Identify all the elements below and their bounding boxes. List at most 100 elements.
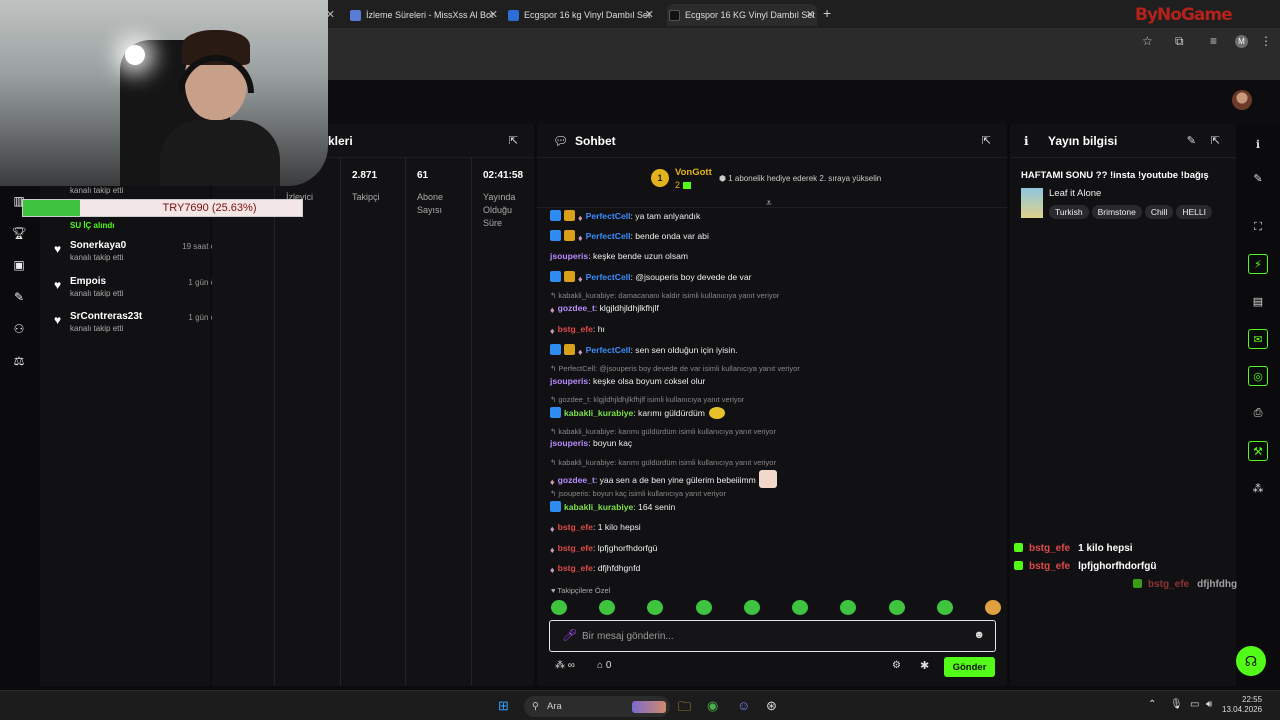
chat-text: : ya tam anlyandık — [630, 211, 701, 221]
stat-followers: 2.871 Takipçi — [352, 170, 414, 204]
tab-close-partial[interactable]: ✕ — [327, 4, 337, 26]
chat-username[interactable]: jsouperis — [550, 251, 588, 261]
tray-expand-icon[interactable]: ⌃ — [1148, 699, 1156, 710]
chat-username[interactable]: PerfectCell — [586, 272, 631, 282]
chat-username[interactable]: bstg_efe — [558, 563, 593, 573]
emote-icon[interactable] — [743, 600, 760, 615]
microphone-icon[interactable]: 🎤︎ — [562, 628, 577, 642]
info-icon[interactable]: ℹ — [1248, 134, 1268, 154]
broadcast-icon[interactable]: ◎ — [1248, 366, 1268, 386]
chat-message-input[interactable] — [582, 628, 962, 644]
game-cover-image[interactable] — [1021, 188, 1043, 218]
site-favicon-icon — [669, 9, 680, 21]
share-icon[interactable]: ⁂ — [1248, 478, 1268, 498]
video-icon[interactable]: ▣ — [11, 258, 27, 274]
game-name[interactable]: Leaf it Alone — [1049, 188, 1101, 199]
send-button[interactable]: Gönder — [944, 657, 995, 677]
wrench-icon[interactable]: ✎ — [11, 290, 27, 306]
emote-icon[interactable] — [936, 600, 953, 615]
media-icon[interactable]: ≡ — [1210, 34, 1217, 48]
taskbar-clock[interactable]: 22:55 13.04.2026 — [1222, 695, 1262, 715]
taskbar-search[interactable]: ⚲ Ara — [524, 696, 670, 717]
user-avatar[interactable] — [1232, 90, 1252, 110]
trophy-icon[interactable]: 🏆︎ — [11, 226, 27, 242]
overlay-user: bstg_efe — [1029, 543, 1071, 554]
discord-icon[interactable]: ☺ — [737, 698, 750, 713]
users-icon[interactable]: ⚇ — [11, 322, 27, 338]
chat-username[interactable]: PerfectCell — [586, 211, 631, 221]
close-icon[interactable]: ✕ — [327, 8, 335, 21]
stat-label: Abone Sayısı — [417, 192, 444, 215]
emote-icon[interactable] — [984, 600, 1001, 615]
store-button[interactable]: ⌂ 0 — [597, 660, 611, 671]
tag-chip[interactable]: Brimstone — [1091, 205, 1142, 219]
menu-icon[interactable]: ⋮ — [1260, 34, 1272, 48]
chat-username[interactable]: PerfectCell — [586, 345, 631, 355]
chat-username[interactable]: PerfectCell — [586, 231, 631, 241]
browser-tab-1[interactable]: İzleme Süreleri - MissXss Al Bot ✕ — [350, 4, 500, 26]
popout-icon[interactable]: ⇱ — [982, 134, 991, 147]
support-button[interactable]: ☊ — [1236, 646, 1266, 676]
chat-username[interactable]: jsouperis — [550, 376, 588, 386]
star-icon[interactable]: ☆ — [1142, 34, 1153, 48]
chat-username[interactable]: bstg_efe — [558, 324, 593, 334]
tag-chip[interactable]: Turkish — [1049, 205, 1089, 219]
windows-start-icon[interactable]: ⊞ — [498, 698, 509, 714]
emote-icon[interactable] — [551, 600, 567, 615]
chat-username[interactable]: kabakli_kurabiye — [564, 408, 633, 418]
chrome-icon[interactable]: ◉ — [707, 698, 718, 714]
lightning-icon[interactable]: ⚡︎ — [1248, 254, 1268, 274]
chat-username[interactable]: bstg_efe — [558, 543, 593, 553]
close-icon[interactable]: ✕ — [806, 8, 815, 21]
browser-tab-3[interactable]: Ecgspor 16 KG Vinyl Dambıl Set ✕ — [667, 4, 817, 26]
chat-username[interactable]: jsouperis — [550, 438, 588, 448]
emote-icon[interactable] — [792, 600, 809, 615]
chat-text: : karımı güldürdüm — [633, 408, 705, 418]
app-icon[interactable]: ⊛ — [766, 698, 777, 714]
extensions-icon[interactable]: ⧉ — [1175, 34, 1184, 49]
chat-username[interactable]: gozdee_t — [558, 475, 595, 485]
settings-icon[interactable]: ⚙ — [892, 660, 901, 671]
new-tab-button[interactable]: + — [823, 5, 831, 21]
chat-username[interactable]: gozdee_t — [558, 303, 595, 313]
chat-icon[interactable]: ✉ — [1248, 329, 1268, 349]
site-favicon-icon — [508, 9, 519, 21]
close-icon[interactable]: ✕ — [489, 8, 498, 21]
edit-icon[interactable]: ✎ — [1187, 134, 1196, 147]
display-icon[interactable]: ▭ — [1190, 699, 1199, 710]
emote-icon[interactable] — [695, 600, 712, 615]
microphone-icon[interactable]: 🎙︎ — [1170, 699, 1183, 710]
clipboard-icon[interactable]: ▤ — [1248, 291, 1268, 311]
emote-icon[interactable] — [647, 600, 664, 615]
tag-chip[interactable]: HELLI — [1176, 205, 1212, 219]
kick-badge-icon — [1014, 543, 1023, 552]
hype-icon[interactable]: ✱ — [920, 659, 929, 672]
tag-chip[interactable]: Chill — [1144, 205, 1174, 219]
chat-text: : 1 kilo hepsi — [592, 522, 641, 532]
emoji-picker-icon[interactable]: ☻ — [973, 629, 985, 641]
points-value: ∞ — [567, 660, 575, 671]
wrench-icon[interactable]: ⚒ — [1248, 441, 1268, 461]
popout-icon[interactable]: ⇱ — [509, 134, 518, 147]
volume-icon[interactable]: 🔊︎ — [1206, 699, 1212, 710]
chat-username[interactable]: bstg_efe — [558, 522, 593, 532]
file-explorer-icon[interactable]: 🗀︎ — [678, 698, 691, 720]
profile-avatar[interactable]: M — [1235, 35, 1248, 48]
stat-value: 2.871 — [352, 170, 378, 181]
popout-icon[interactable]: ⇱ — [1211, 134, 1220, 147]
fullscreen-icon[interactable]: ⛶ — [1248, 217, 1268, 237]
emote-icon[interactable] — [888, 600, 905, 615]
collapse-icon[interactable]: ⩡ — [766, 198, 772, 209]
emote-icon[interactable] — [840, 600, 857, 615]
channel-points[interactable]: ⁂ ∞ — [555, 660, 575, 671]
emote-icon[interactable] — [599, 600, 616, 615]
browser-tab-2[interactable]: Ecgspor 16 kg Vinyl Dambıl Set ✕ — [508, 4, 656, 26]
chat-username[interactable]: kabakli_kurabiye — [564, 502, 633, 512]
close-icon[interactable]: ✕ — [645, 8, 654, 21]
edit-icon[interactable]: ✎ — [1248, 168, 1268, 188]
printer-icon[interactable]: ⎙ — [1248, 403, 1268, 423]
moderation-icon[interactable]: ⚖ — [11, 354, 27, 370]
gift-leaderboard-banner[interactable]: 1 VonGott 2 ⬢ 1 abonelik hediye ederek 2… — [537, 158, 1007, 209]
chat-header: 💬︎ Sohbet ⇱ — [537, 124, 1007, 158]
sub-badge-icon — [550, 407, 561, 418]
